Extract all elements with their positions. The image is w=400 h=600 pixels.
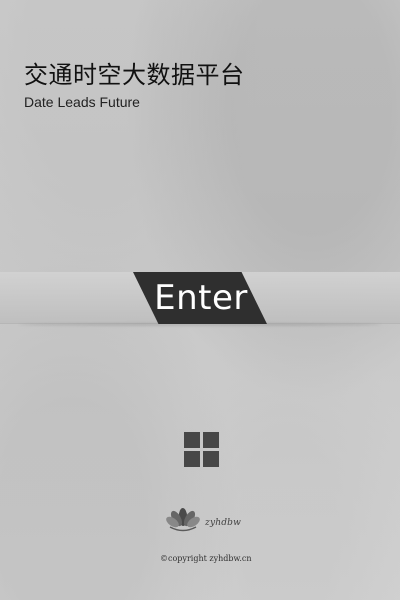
page-subtitle: Date Leads Future — [24, 94, 140, 110]
brand-logo: zyhdbw — [164, 503, 254, 535]
copyright-text: ©copyright zyhdbw.cn — [160, 554, 252, 563]
page-header: 交通时空大数据平台 Date Leads Future — [24, 61, 245, 111]
lotus-logo-icon — [166, 508, 200, 532]
enter-button-label: Enter — [154, 278, 248, 318]
enter-button[interactable]: Enter — [133, 272, 267, 324]
grid-cell — [184, 451, 200, 467]
brand-name: zyhdbw — [205, 518, 242, 528]
grid-menu-icon[interactable] — [184, 432, 219, 467]
grid-cell — [184, 432, 200, 448]
page-title: 交通时空大数据平台 — [24, 62, 245, 89]
grid-cell — [203, 432, 219, 448]
grid-cell — [203, 451, 219, 467]
